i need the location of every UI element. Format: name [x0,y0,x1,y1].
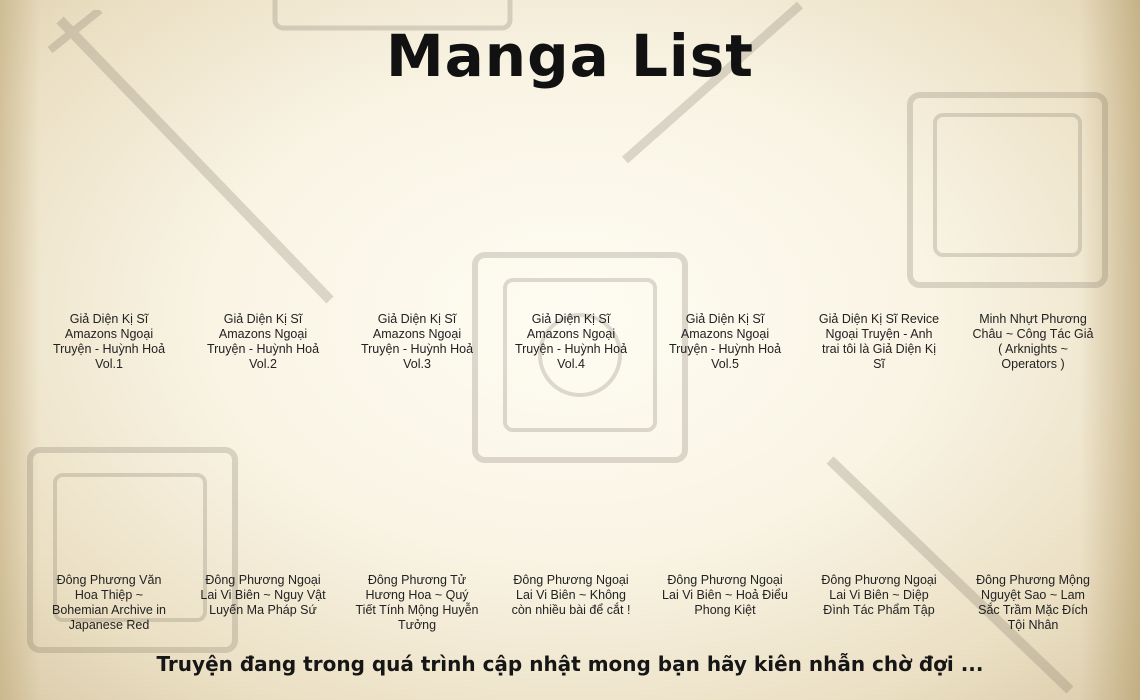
page-title: Manga List [385,22,755,90]
manga-item[interactable]: Minh Nhựt Phương Châu ~ Công Tác Giả ( A… [970,312,1096,372]
manga-item[interactable]: Đông Phương Văn Hoa Thiệp ~ Bohemian Arc… [46,573,172,633]
manga-item[interactable]: Giả Diện Kị Sĩ Amazons Ngoại Truyện - Hu… [508,312,634,372]
manga-grid-row-2: Đông Phương Văn Hoa Thiệp ~ Bohemian Arc… [46,573,1096,633]
manga-item[interactable]: Đông Phương Ngoại Lai Vi Biên ~ Không cò… [508,573,634,633]
manga-item[interactable]: Đông Phương Ngoại Lai Vi Biên ~ Hoả Điểu… [662,573,788,633]
manga-item[interactable]: Đông Phương Ngoại Lai Vi Biên ~ Diệp Đìn… [816,573,942,633]
manga-item[interactable]: Đông Phương Tử Hương Hoa ~ Quý Tiết Tính… [354,573,480,633]
manga-item[interactable]: Giả Diện Kị Sĩ Amazons Ngoại Truyện - Hu… [662,312,788,372]
manga-item[interactable]: Đông Phương Ngoại Lai Vi Biên ~ Nguy Vật… [200,573,326,633]
manga-item[interactable]: Giả Diện Kị Sĩ Revice Ngoại Truyện - Anh… [816,312,942,372]
update-notice: Truyện đang trong quá trình cập nhật mon… [156,652,984,676]
manga-item[interactable]: Giả Diện Kị Sĩ Amazons Ngoại Truyện - Hu… [354,312,480,372]
manga-grid-row-1: Giả Diện Kị Sĩ Amazons Ngoại Truyện - Hu… [46,312,1096,372]
manga-item[interactable]: Giả Diện Kị Sĩ Amazons Ngoại Truyện - Hu… [46,312,172,372]
manga-item[interactable]: Đông Phương Mộng Nguyệt Sao ~ Lam Sắc Tr… [970,573,1096,633]
book-sketch-icon [907,92,1108,288]
manga-item[interactable]: Giả Diện Kị Sĩ Amazons Ngoại Truyện - Hu… [200,312,326,372]
